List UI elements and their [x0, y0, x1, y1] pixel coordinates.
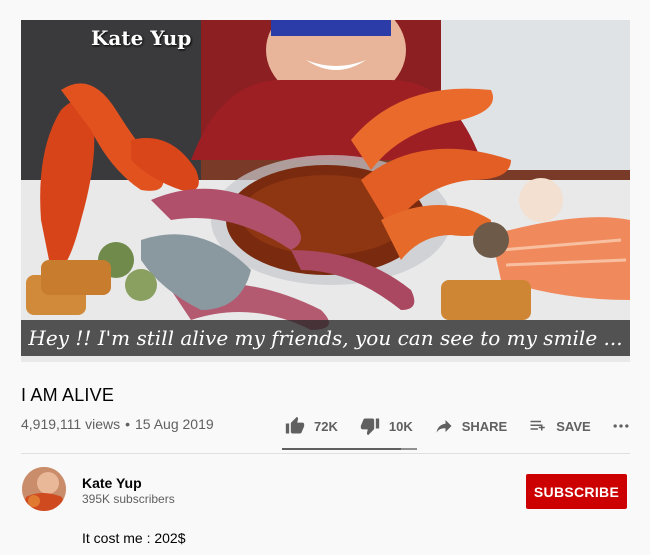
- share-label: SHARE: [461, 418, 508, 434]
- thumbs-down-icon: [360, 418, 380, 436]
- channel-name[interactable]: Kate Yup: [82, 475, 142, 491]
- video-player[interactable]: Kate Yup Hey !! I'm still alive my frien…: [21, 20, 630, 362]
- video-meta: 4,919,111 views • 15 Aug 2019: [21, 416, 214, 432]
- dislike-button[interactable]: 10K: [360, 416, 413, 436]
- video-watermark: Kate Yup: [91, 26, 192, 50]
- sentiment-bar: [282, 448, 417, 450]
- more-actions-button[interactable]: [611, 416, 640, 436]
- meta-separator: •: [125, 416, 131, 432]
- sentiment-like-fill: [282, 448, 401, 450]
- save-button[interactable]: SAVE: [529, 417, 591, 435]
- view-count: 4,919,111 views: [21, 416, 121, 432]
- divider: [21, 453, 630, 454]
- like-count: 72K: [314, 418, 338, 434]
- save-playlist-icon: [530, 420, 545, 431]
- subscriber-count: 395K subscribers: [82, 492, 175, 506]
- like-button[interactable]: 72K: [285, 416, 338, 436]
- more-icon: [613, 424, 629, 428]
- share-button[interactable]: SHARE: [435, 417, 508, 435]
- upload-date: 15 Aug 2019: [135, 416, 214, 432]
- avatar-image: [22, 467, 66, 511]
- channel-avatar[interactable]: [22, 467, 66, 511]
- video-caption: Hey !! I'm still alive my friends, you c…: [28, 326, 623, 350]
- dislike-count: 10K: [388, 418, 413, 434]
- share-icon: [436, 420, 452, 433]
- video-caption-bar: Hey !! I'm still alive my friends, you c…: [21, 320, 630, 356]
- action-bar: 72K 10K SHARE SAVE: [285, 414, 640, 438]
- video-title: I AM ALIVE: [21, 385, 115, 405]
- thumbs-up-icon: [285, 416, 305, 434]
- save-label: SAVE: [556, 418, 591, 434]
- subscribe-button[interactable]: SUBSCRIBE: [526, 474, 627, 509]
- video-description: It cost me : 202$: [82, 530, 186, 546]
- video-frame: [21, 20, 630, 362]
